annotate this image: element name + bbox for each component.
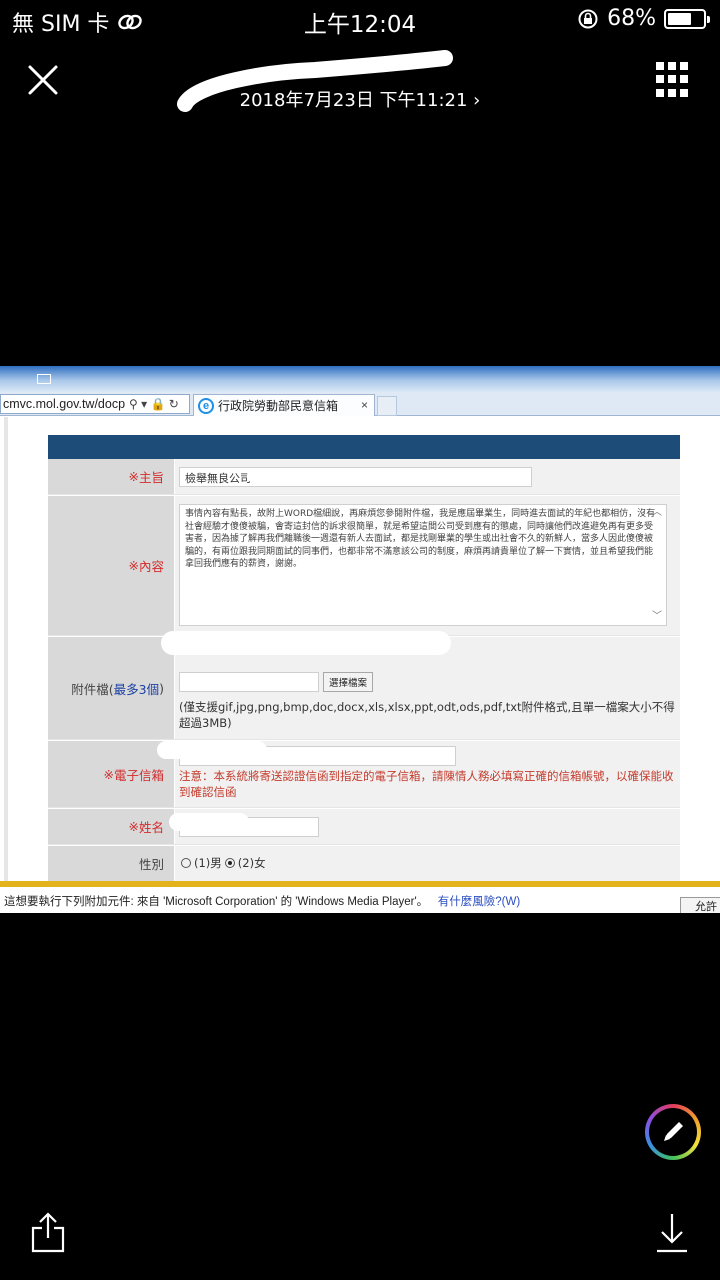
content-textarea[interactable]: 事情內容有點長，故附上WORD檔細說，再麻煩您參閱附件檔，我是應屆畢業生，同時進… — [179, 504, 667, 626]
gender-options: (1)男 (2)女 — [181, 855, 266, 871]
email-label: ※ 電子信箱 — [48, 741, 174, 807]
gender-male-radio[interactable] — [181, 858, 191, 868]
ie-logo-icon: e — [198, 397, 214, 414]
gender-female-radio[interactable] — [224, 858, 235, 868]
orientation-lock-icon — [578, 9, 598, 28]
name-row: ※ 姓名 — [48, 809, 680, 845]
address-text: cmvc.mol.gov.tw/docp — [3, 397, 126, 411]
subject-row: ※ 主旨 檢舉無良公司 — [48, 459, 680, 495]
scroll-down-icon[interactable]: ﹀ — [652, 611, 662, 624]
allow-button[interactable]: 允許 — [680, 897, 720, 913]
attachment-cell: 選擇檔案 (僅支援gif,jpg,png,bmp,doc,docx,xls,xl… — [161, 631, 680, 739]
subject-input[interactable]: 檢舉無良公司 — [179, 467, 532, 487]
tab-title: 行政院勞動部民意信箱 — [218, 399, 339, 413]
share-icon[interactable] — [30, 1210, 66, 1254]
name-label: ※ 姓名 — [48, 809, 174, 844]
redaction-smudge — [247, 469, 297, 483]
address-bar[interactable]: cmvc.mol.gov.tw/docp ⚲ ▾ 🔒 ↻ — [0, 394, 190, 414]
redaction-smudge — [157, 741, 267, 759]
status-bar: 無 SIM 卡 上午12:04 68% — [0, 0, 720, 40]
subject-cell: 檢舉無良公司 — [175, 459, 680, 494]
browser-tab[interactable]: e 行政院勞動部民意信箱 × — [193, 394, 375, 416]
photo-date-link[interactable]: 2018年7月23日 下午11:21 › — [0, 86, 720, 112]
redaction-smudge — [169, 813, 249, 831]
battery-percent: 68% — [607, 6, 656, 31]
browser-toolbar: cmvc.mol.gov.tw/docp ⚲ ▾ 🔒 ↻ e 行政院勞動部民意信… — [0, 392, 720, 416]
subject-value: 檢舉無良公司 — [185, 472, 251, 485]
file-path-input[interactable] — [179, 672, 319, 692]
choose-file-button[interactable]: 選擇檔案 — [323, 672, 373, 692]
search-lock-refresh-icon: ⚲ ▾ 🔒 ↻ — [129, 397, 179, 411]
subject-label: ※ 主旨 — [48, 459, 174, 494]
pen-glyph — [664, 1122, 683, 1141]
attachment-row: 附件檔(最多3個) 選擇檔案 (僅支援gif,jpg,png,bmp,doc,d… — [48, 631, 680, 740]
gender-row: 性別 (1)男 (2)女 — [48, 846, 680, 881]
scroll-up-icon[interactable]: ︿ — [652, 507, 662, 520]
attachment-label: 附件檔(最多3個) — [48, 637, 174, 739]
web-page: ※ 主旨 檢舉無良公司 ※ 內容 事情內容有點長，故附上WORD檔細說，再麻煩您參閱… — [4, 417, 720, 881]
tab-close-icon[interactable]: × — [361, 398, 368, 412]
risk-link[interactable]: 有什麼風險?(W) — [438, 896, 520, 908]
battery-level — [668, 12, 692, 25]
addon-info-bar: 這想要執行下列附加元件: 來自 'Microsoft Corporation' … — [0, 881, 720, 913]
gender-male-label: (1)男 — [194, 856, 222, 870]
name-cell — [169, 809, 680, 844]
form-header-bar — [48, 435, 680, 459]
gender-cell: (1)男 (2)女 — [175, 846, 680, 881]
window-restore-icon — [37, 374, 51, 384]
redaction-smudge — [161, 631, 451, 655]
attachment-hint: (僅支援gif,jpg,png,bmp,doc,docx,xls,xlsx,pp… — [179, 700, 675, 730]
content-cell: 事情內容有點長，故附上WORD檔細說，再麻煩您參閱附件檔，我是應屆畢業生，同時進… — [175, 496, 680, 635]
new-tab-button[interactable] — [377, 396, 397, 416]
page-left-border — [4, 417, 8, 881]
content-row: ※ 內容 事情內容有點長，故附上WORD檔細說，再麻煩您參閱附件檔，我是應屆畢業生… — [48, 496, 680, 636]
markup-pen-icon[interactable] — [645, 1104, 701, 1160]
email-cell: 注意：本系統將寄送認證信函到指定的電子信箱，請陳情人務必填寫正確的信箱帳號，以確… — [157, 741, 680, 807]
gender-label: 性別 — [48, 846, 174, 881]
download-icon[interactable] — [654, 1210, 690, 1254]
email-row: ※ 電子信箱 注意：本系統將寄送認證信函到指定的電子信箱，請陳情人務必填寫正確的信… — [48, 741, 680, 808]
gender-female-label: (2)女 — [237, 856, 266, 870]
status-right: 68% — [577, 6, 710, 31]
content-text: 事情內容有點長，故附上WORD檔細說，再麻煩您參閱附件檔，我是應屆畢業生，同時進… — [185, 509, 656, 569]
content-label: ※ 內容 — [48, 496, 174, 635]
battery-icon — [664, 8, 710, 29]
email-warning: 注意：本系統將寄送認證信函到指定的電子信箱，請陳情人務必填寫正確的信箱帳號，以確… — [179, 769, 674, 799]
window-titlebar — [0, 366, 720, 392]
photo-content: cmvc.mol.gov.tw/docp ⚲ ▾ 🔒 ↻ e 行政院勞動部民意信… — [0, 366, 720, 913]
addon-info-text: 這想要執行下列附加元件: 來自 'Microsoft Corporation' … — [4, 896, 521, 908]
